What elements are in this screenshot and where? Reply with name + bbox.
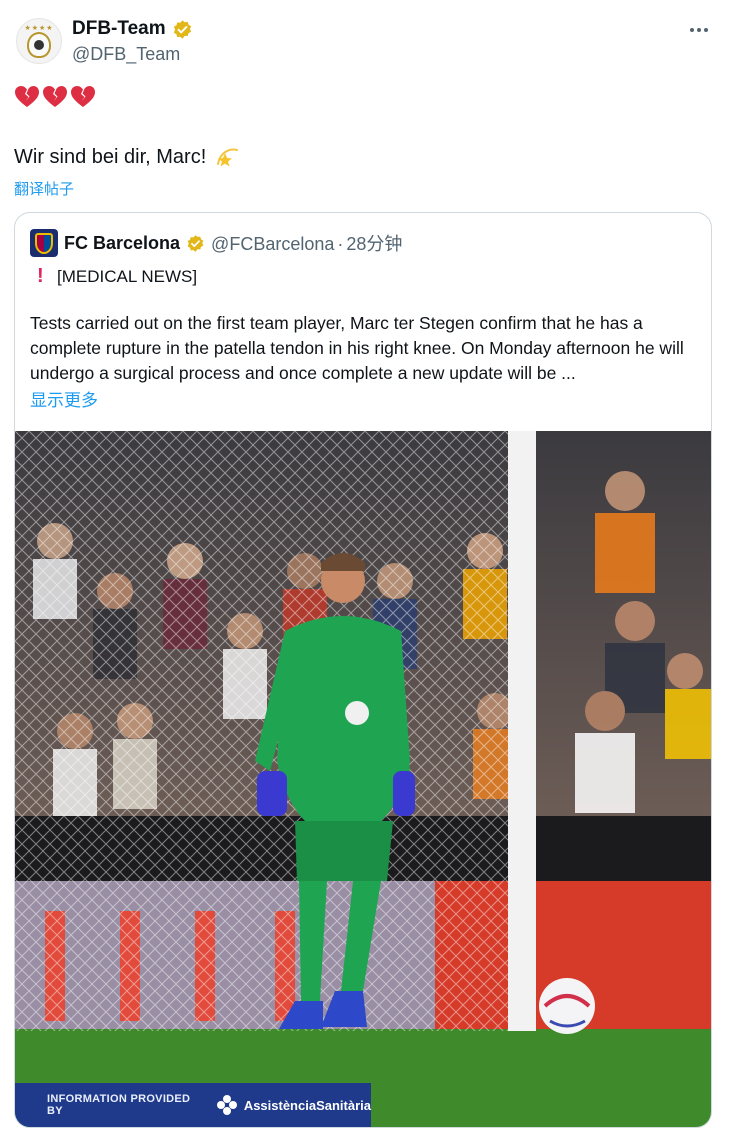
quote-header: FC Barcelona @FCBarcelona · 28分钟: [30, 229, 402, 257]
verified-badge-icon: [187, 234, 204, 252]
red-exclamation-icon: !: [37, 265, 44, 287]
quoted-tweet-card[interactable]: FC Barcelona @FCBarcelona · 28分钟 ! [MEDICA…: [14, 212, 712, 1128]
dfb-crest-icon: [27, 32, 51, 58]
show-more-link[interactable]: 显示更多: [30, 386, 98, 411]
dfb-avatar[interactable]: ★★★★: [16, 18, 62, 64]
verified-badge-icon: [173, 19, 191, 39]
tweet-text: Wir sind bei dir, Marc!: [14, 144, 240, 170]
medical-cross-icon: [216, 1095, 237, 1115]
broken-heart-icon: [15, 86, 39, 107]
goalkeeper-photo-illustration: [15, 431, 711, 1127]
tweet-text-content: Wir sind bei dir, Marc!: [14, 145, 207, 168]
banner-brand: AssistènciaSanitària: [216, 1094, 371, 1116]
more-options-icon[interactable]: [686, 18, 712, 42]
medical-headline: ! [MEDICAL NEWS]: [37, 265, 197, 288]
quote-body-text: Tests carried out on the first team play…: [30, 313, 684, 383]
quote-timestamp[interactable]: 28分钟: [346, 234, 402, 254]
author-display-name[interactable]: DFB-Team: [72, 18, 166, 40]
info-banner: INFORMATION PROVIDED BY AssistènciaSanit…: [15, 1083, 371, 1127]
fcb-crest-icon: [35, 232, 53, 254]
broken-heart-icon: [71, 86, 95, 107]
quote-handle[interactable]: @FCBarcelona: [211, 234, 334, 254]
translate-post-link[interactable]: 翻译帖子: [14, 178, 74, 199]
meta-separator: ·: [337, 234, 344, 254]
banner-caption: INFORMATION PROVIDED BY: [47, 1093, 191, 1117]
fcb-avatar[interactable]: [30, 229, 58, 257]
stars-icon: ★★★★: [24, 25, 54, 32]
quote-display-name[interactable]: FC Barcelona: [64, 233, 180, 254]
headline-text: [MEDICAL NEWS]: [57, 266, 198, 286]
dizzy-star-icon: [217, 148, 239, 167]
banner-brand-text: AssistènciaSanitària: [243, 1097, 371, 1113]
tweet-container: ★★★★ DFB-Team @DFB_Team Wir sind bei dir…: [0, 0, 750, 1144]
author-name-row: DFB-Team: [72, 18, 193, 40]
author-handle[interactable]: @DFB_Team: [72, 44, 180, 65]
emoji-row: [14, 85, 96, 109]
quote-photo[interactable]: INFORMATION PROVIDED BY AssistènciaSanit…: [15, 431, 711, 1127]
broken-heart-icon: [43, 86, 67, 107]
quote-meta: @FCBarcelona · 28分钟: [211, 230, 402, 256]
